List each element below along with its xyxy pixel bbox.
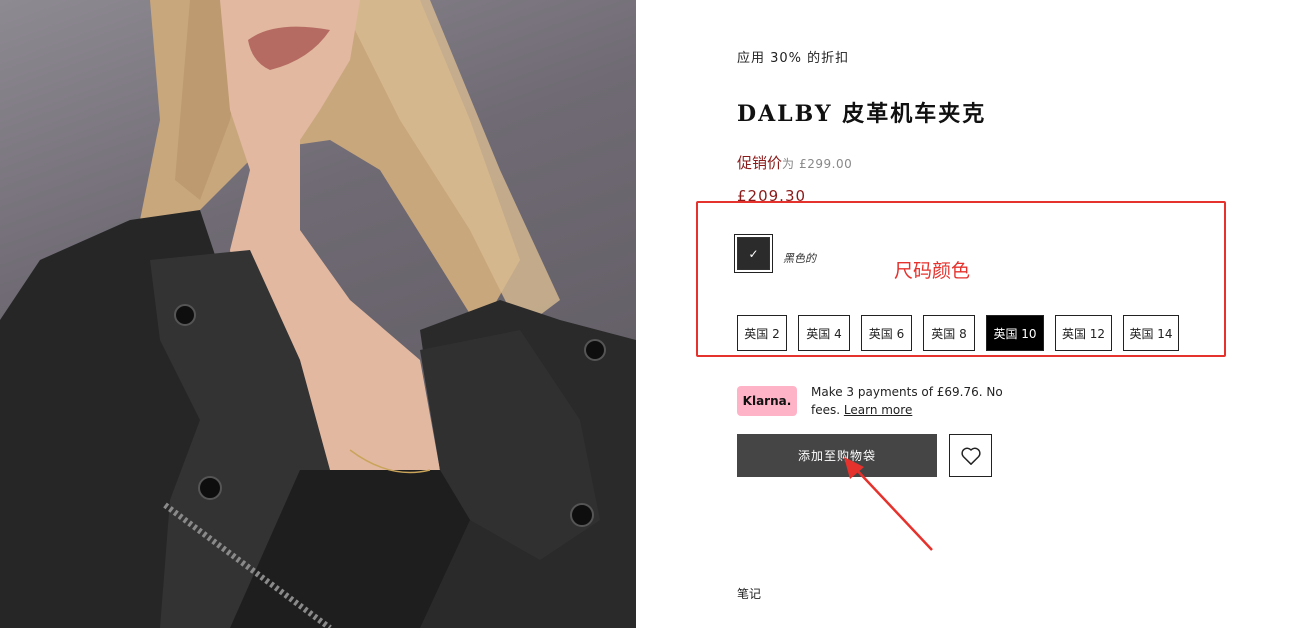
original-price: £299.00 [799, 157, 853, 171]
price-row: 促销价为 £299.00 [737, 152, 852, 173]
product-image [0, 0, 636, 628]
heart-icon [960, 447, 981, 465]
annotation-label: 尺码颜色 [894, 260, 971, 282]
notes-heading: 笔记 [737, 587, 762, 601]
was-price-prefix: 为 [782, 157, 795, 171]
klarna-message: Make 3 payments of £69.76. No fees. Lear… [811, 383, 1021, 419]
wishlist-button[interactable] [949, 434, 992, 477]
annotation-arrow [844, 457, 933, 551]
product-title: DALBY 皮革机车夹克 [737, 101, 987, 127]
klarna-logo: Klarna. [737, 386, 797, 416]
discount-notice: 应用 30% 的折扣 [737, 51, 850, 66]
sale-price-label: 促销价 [737, 154, 783, 172]
klarna-learn-more-link[interactable]: Learn more [844, 403, 912, 417]
product-details-panel: 应用 30% 的折扣 DALBY 皮革机车夹克 促销价为 £299.00 £20… [636, 0, 1311, 628]
